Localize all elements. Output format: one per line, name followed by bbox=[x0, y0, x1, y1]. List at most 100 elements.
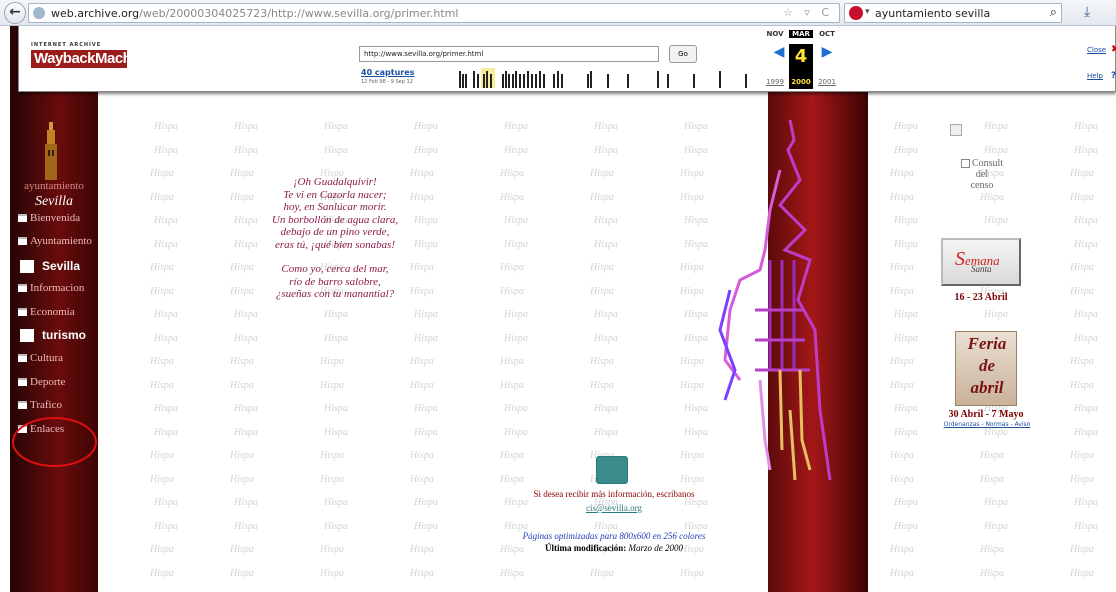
nav-item-economia[interactable]: Economia bbox=[18, 306, 75, 318]
capture-bar[interactable] bbox=[553, 74, 555, 88]
capture-bar[interactable] bbox=[490, 74, 492, 88]
capture-bar[interactable] bbox=[607, 74, 609, 88]
search-bar[interactable]: ▾ ayuntamiento sevilla ⌕ bbox=[844, 3, 1062, 23]
capture-bar[interactable] bbox=[508, 74, 510, 88]
watermark-tile: Hispa bbox=[414, 426, 438, 438]
capture-bar[interactable] bbox=[557, 71, 559, 88]
feria-links[interactable]: Ordenanzas - Normas - Aviso bbox=[922, 421, 1052, 428]
wayback-url-input[interactable]: http://www.sevilla.org/primer.html bbox=[359, 46, 659, 62]
download-icon[interactable]: ⤓ bbox=[1084, 4, 1090, 20]
close-link[interactable]: Close bbox=[1087, 46, 1106, 54]
watermark-tile: Hispa bbox=[154, 121, 178, 132]
watermark-tile: Hispa bbox=[1074, 403, 1098, 414]
capture-bar[interactable] bbox=[539, 71, 541, 88]
watermark-tile: Hispa bbox=[984, 144, 1008, 156]
capture-bar[interactable] bbox=[543, 74, 545, 88]
capture-bar[interactable] bbox=[561, 74, 563, 88]
search-engine-icon[interactable] bbox=[849, 6, 863, 20]
watermark-tile: Hispa bbox=[230, 567, 254, 579]
capture-bar[interactable] bbox=[465, 74, 467, 88]
square-icon bbox=[20, 259, 34, 273]
watermark-tile: Hispa bbox=[504, 403, 528, 414]
next-year[interactable]: 2001 bbox=[815, 78, 839, 86]
feria-de-abril-banner[interactable]: Feria de abril bbox=[955, 331, 1017, 406]
nav-item-deporte[interactable]: Deporte bbox=[18, 376, 65, 388]
capture-bar[interactable] bbox=[535, 74, 537, 88]
capture-bar[interactable] bbox=[486, 71, 488, 88]
go-button[interactable]: Go bbox=[669, 45, 697, 63]
captures-sparkline[interactable] bbox=[457, 68, 747, 88]
search-icon[interactable]: ⌕ bbox=[1050, 5, 1057, 20]
capture-bar[interactable] bbox=[527, 71, 529, 88]
search-input[interactable]: ayuntamiento sevilla bbox=[875, 7, 990, 20]
capture-bar[interactable] bbox=[459, 71, 461, 88]
prev-capture-arrow-icon[interactable]: ◀ bbox=[767, 44, 791, 60]
close-icon[interactable]: ✖ bbox=[1111, 44, 1116, 55]
current-day: 4 bbox=[794, 46, 808, 67]
capture-bar[interactable] bbox=[627, 74, 629, 88]
prev-month[interactable]: NOV bbox=[763, 30, 787, 38]
watermark-tile: Hispa bbox=[984, 215, 1008, 226]
watermark-tile: Hispa bbox=[414, 403, 438, 414]
nav-bullet-icon bbox=[18, 378, 27, 386]
capture-bar[interactable] bbox=[477, 74, 479, 88]
capture-bar[interactable] bbox=[719, 71, 721, 88]
watermark-tile: Hispa bbox=[894, 238, 918, 250]
capture-bar[interactable] bbox=[531, 74, 533, 88]
capture-bar[interactable] bbox=[483, 74, 485, 88]
next-capture-arrow-icon[interactable]: ▶ bbox=[815, 44, 839, 60]
search-engine-dropdown-icon[interactable]: ▾ bbox=[865, 7, 870, 17]
email-link[interactable]: cis@sevilla.org bbox=[480, 503, 748, 513]
address-bar[interactable]: web.archive.org/web/20000304025723/http:… bbox=[28, 3, 840, 23]
capture-bar[interactable] bbox=[745, 74, 747, 88]
address-text[interactable]: web.archive.org/web/20000304025723/http:… bbox=[51, 7, 458, 20]
capture-bar[interactable] bbox=[512, 74, 514, 88]
help-icon[interactable]: ? bbox=[1111, 71, 1116, 81]
nav-header-sevilla: Sevilla bbox=[20, 259, 80, 273]
capture-bar[interactable] bbox=[667, 74, 669, 88]
watermark-tile: Hispa bbox=[320, 544, 344, 555]
censo-link[interactable]: Consult del censo bbox=[950, 158, 1014, 191]
capture-bar[interactable] bbox=[502, 74, 504, 88]
nav-item-cultura[interactable]: Cultura bbox=[18, 352, 63, 364]
nav-item-informacion[interactable]: Informacion bbox=[18, 282, 84, 294]
help-link[interactable]: Help bbox=[1087, 72, 1103, 80]
capture-bar[interactable] bbox=[515, 71, 517, 88]
watermark-tile: Hispa bbox=[154, 403, 178, 414]
mail-icon[interactable] bbox=[596, 456, 628, 484]
semana-santa-banner[interactable]: Semana Santa bbox=[941, 238, 1021, 286]
watermark-tile: Hispa bbox=[500, 191, 524, 203]
capture-bar[interactable] bbox=[590, 71, 592, 88]
watermark-tile: Hispa bbox=[984, 121, 1008, 132]
capture-bar[interactable] bbox=[693, 74, 695, 88]
watermark-tile: Hispa bbox=[1074, 144, 1098, 156]
poem-line: debajo de un pino verde, bbox=[280, 226, 390, 238]
next-month[interactable]: OCT bbox=[815, 30, 839, 38]
capture-bar[interactable] bbox=[462, 74, 464, 88]
watermark-tile: Hispa bbox=[234, 332, 258, 344]
nav-bullet-icon bbox=[18, 401, 27, 409]
capture-bar[interactable] bbox=[519, 74, 521, 88]
nav-item-trafico[interactable]: Trafico bbox=[18, 399, 62, 411]
captures-link[interactable]: 40 captures bbox=[361, 68, 414, 77]
feria-word: Feria bbox=[967, 334, 1007, 353]
feria-word: de bbox=[978, 356, 996, 375]
back-button[interactable]: ← bbox=[4, 2, 26, 24]
watermark-tile: Hispa bbox=[684, 215, 708, 226]
nav-item-ayuntamiento[interactable]: Ayuntamiento bbox=[18, 235, 92, 247]
watermark-tile: Hispa bbox=[324, 309, 348, 320]
watermark-tile: Hispa bbox=[684, 426, 708, 438]
nav-item-bienvenida[interactable]: Bienvenida bbox=[18, 212, 80, 224]
prev-year[interactable]: 1999 bbox=[763, 78, 787, 86]
watermark-tile: Hispa bbox=[500, 379, 524, 391]
capture-bar[interactable] bbox=[473, 71, 475, 88]
poem-line: Como yo, cerca del mar, bbox=[281, 263, 389, 275]
wayback-logo[interactable]: INTERNET ARCHIVE WaybackMachine bbox=[31, 42, 152, 68]
capture-bar[interactable] bbox=[505, 71, 507, 88]
capture-bar[interactable] bbox=[523, 74, 525, 88]
optimized-note: Páginas optimizadas para 800x600 en 256 … bbox=[522, 531, 706, 541]
bookmark-reload-icons[interactable]: ☆ ▿ C bbox=[783, 6, 833, 19]
capture-bar[interactable] bbox=[587, 74, 589, 88]
capture-bar[interactable] bbox=[657, 71, 659, 88]
watermark-tile: Hispa bbox=[414, 121, 438, 132]
